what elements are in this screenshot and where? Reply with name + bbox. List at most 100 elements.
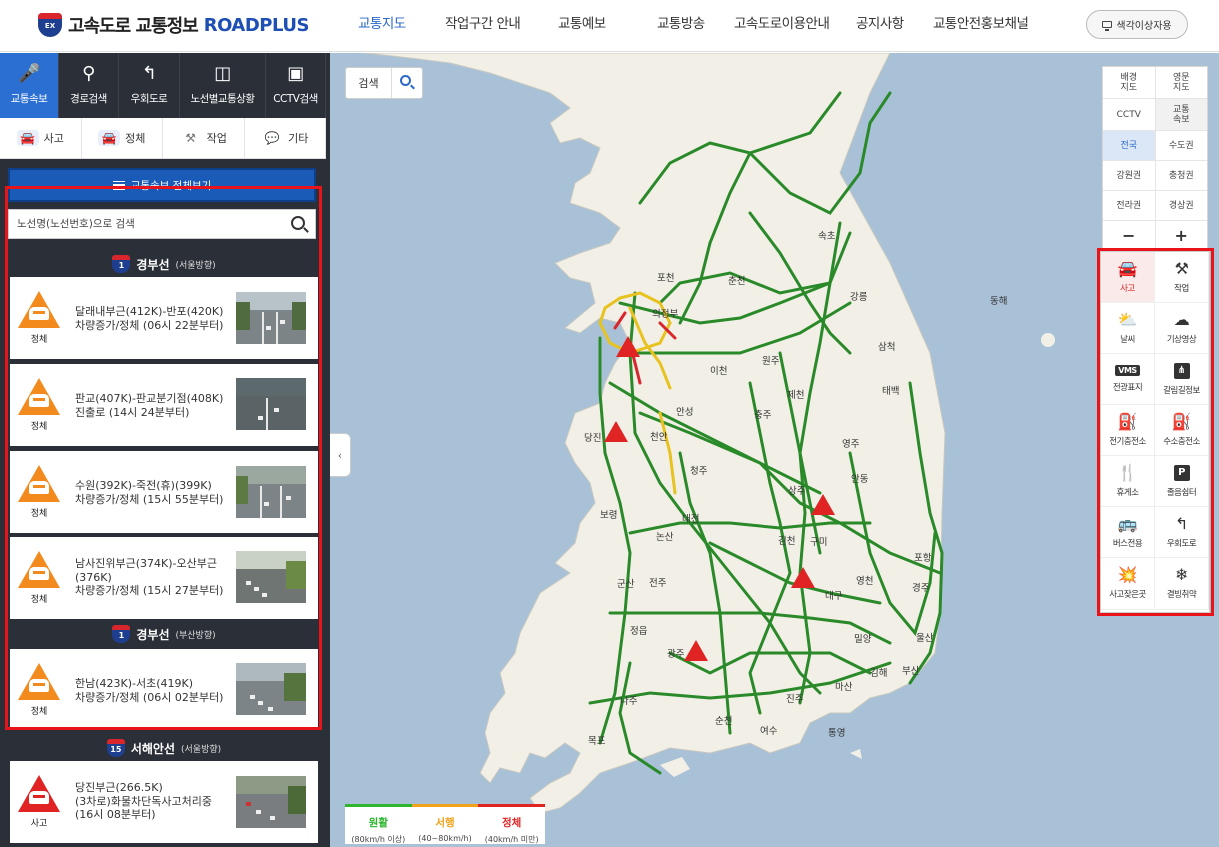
layer-label: 전기충전소 bbox=[1109, 436, 1146, 447]
layer-accident[interactable]: 🚘 사고 bbox=[1101, 252, 1155, 303]
news-card[interactable]: 정체 달래내부근(412K)-반포(420K) 차량증가/정체 (06시 22분… bbox=[10, 277, 318, 359]
nav-safety-channel[interactable]: 교통안전홍보채널 bbox=[933, 0, 1029, 48]
icy-road-icon: ❄ bbox=[1175, 565, 1188, 584]
route-search-input[interactable] bbox=[9, 210, 279, 238]
traffic-news-layer-button[interactable]: 교통 속보 bbox=[1155, 99, 1207, 131]
nav-usage-guide[interactable]: 고속도로이용안내 bbox=[734, 0, 830, 48]
layer-ev-charger[interactable]: ⛽ 전기충전소 bbox=[1101, 405, 1155, 456]
tab-route-search[interactable]: ⚲ 경로검색 bbox=[59, 53, 119, 118]
layer-vms[interactable]: VMS 전광표지 bbox=[1101, 354, 1155, 405]
view-all-label: 교통속보 전체보기 bbox=[130, 179, 212, 192]
background-map-button[interactable]: 배경 지도 bbox=[1103, 67, 1156, 99]
layer-label: 작업 bbox=[1174, 283, 1189, 294]
region-gyeongsang[interactable]: 경상권 bbox=[1155, 191, 1207, 221]
region-capital[interactable]: 수도권 bbox=[1155, 131, 1207, 161]
region-gangwon[interactable]: 강원권 bbox=[1103, 161, 1156, 191]
map-label: 천안 bbox=[650, 432, 668, 443]
cctv-thumbnail[interactable] bbox=[236, 292, 306, 344]
cctv-thumbnail[interactable] bbox=[236, 466, 306, 518]
cctv-thumbnail[interactable] bbox=[236, 663, 306, 715]
news-card[interactable]: 정체 판교(407K)-판교분기점(408K) 진출로 (14시 24분부터) bbox=[10, 364, 318, 446]
nav-forecast[interactable]: 교통예보 bbox=[558, 0, 606, 48]
ev-charger-icon: ⛽ bbox=[1117, 411, 1138, 431]
left-sidebar: 🎤 교통속보 ⚲ 경로검색 ↰ 우회도로 ◫ 노선별교통상황 ▣ CCTV검색 … bbox=[0, 53, 330, 847]
card-location: 판교(407K)-판교분기점(408K) bbox=[75, 392, 224, 405]
layer-work[interactable]: ⚒ 작업 bbox=[1155, 252, 1209, 303]
traffic-map[interactable]: 속초 포천 춘천 강릉 의정부 삼척 동해 이천 원주 태백 제천 충주 당진 … bbox=[330, 53, 1219, 847]
speech-bubble-icon: 💬 bbox=[264, 131, 280, 145]
layer-hydrogen-station[interactable]: ⛽ 수소충전소 bbox=[1155, 405, 1209, 456]
layer-label: 사고잦은곳 bbox=[1109, 590, 1146, 600]
map-label: 포천 bbox=[657, 273, 675, 284]
map-label: 대구 bbox=[825, 591, 843, 602]
category-congestion[interactable]: 🚘 정체 bbox=[82, 118, 163, 158]
tab-detour[interactable]: ↰ 우회도로 bbox=[119, 53, 180, 118]
tab-route-status[interactable]: ◫ 노선별교통상황 bbox=[180, 53, 266, 118]
badge-label: 정체 bbox=[30, 707, 48, 717]
zoom-in-button[interactable]: + bbox=[1155, 221, 1207, 251]
category-label: 작업 bbox=[206, 132, 227, 145]
nav-traffic-map[interactable]: 교통지도 bbox=[358, 0, 406, 48]
map-label: 여수 bbox=[760, 726, 778, 737]
layer-drowsy-shelter[interactable]: P 졸음쉼터 bbox=[1155, 456, 1209, 507]
layer-weather-video[interactable]: ☁ 기상영상 bbox=[1155, 303, 1209, 354]
layer-weather[interactable]: ⛅ 날씨 bbox=[1101, 303, 1155, 354]
view-all-news-button[interactable]: 교통속보 전체보기 bbox=[8, 168, 316, 202]
badge-label: 정체 bbox=[30, 509, 48, 519]
colorblind-mode-button[interactable]: 색각이상자용 bbox=[1086, 10, 1188, 39]
nav-broadcast[interactable]: 교통방송 bbox=[657, 0, 705, 48]
route-section-header: 15 서해안선 (서울방향) bbox=[8, 733, 320, 763]
congestion-badge: 정체 bbox=[18, 378, 60, 432]
category-accident[interactable]: 🚘 사고 bbox=[0, 118, 82, 158]
region-jeolla[interactable]: 전라권 bbox=[1103, 191, 1156, 221]
layer-label: 전광표지 bbox=[1112, 383, 1143, 393]
nav-notice[interactable]: 공지사항 bbox=[856, 0, 904, 48]
congestion-badge: 정체 bbox=[18, 663, 60, 717]
tab-cctv-search[interactable]: ▣ CCTV검색 bbox=[266, 53, 326, 118]
region-chungcheong[interactable]: 충청권 bbox=[1155, 161, 1207, 191]
map-label: 마산 bbox=[835, 682, 853, 693]
nav-work-zone[interactable]: 작업구간 안내 bbox=[445, 0, 521, 48]
news-card[interactable]: 정체 수원(392K)-죽전(휴)(399K) 차량증가/정체 (15시 55분… bbox=[10, 451, 318, 533]
route-section-header: 1 경부선 (부산방향) bbox=[8, 619, 320, 649]
parking-icon: P bbox=[1173, 464, 1190, 481]
layer-icy-road[interactable]: ❄ 결빙취약 bbox=[1155, 558, 1209, 610]
congestion-badge: 정체 bbox=[18, 551, 60, 605]
cctv-layer-button[interactable]: CCTV bbox=[1103, 99, 1156, 131]
card-status: 차량증가/정체 (15시 27분부터) bbox=[75, 584, 224, 597]
rest-area-icon: 🍴 bbox=[1117, 462, 1138, 482]
badge-label: 사고 bbox=[30, 819, 48, 829]
collapse-sidebar-button[interactable]: ‹ bbox=[330, 433, 351, 477]
layer-label: 휴게소 bbox=[1116, 487, 1139, 498]
cctv-thumbnail[interactable] bbox=[236, 551, 306, 603]
layer-accident-prone[interactable]: 💥 사고잦은곳 bbox=[1101, 558, 1155, 610]
zoom-out-button[interactable]: − bbox=[1103, 221, 1156, 251]
category-other[interactable]: 💬 기타 bbox=[245, 118, 326, 158]
news-card[interactable]: 사고 당진부근(266.5K) (3차로)화물차단독사고처리중 (16시 08분… bbox=[10, 761, 318, 843]
cctv-thumbnail[interactable] bbox=[236, 378, 306, 430]
news-card[interactable]: 정체 한남(423K)-서초(419K) 차량증가/정체 (06시 02분부터) bbox=[10, 649, 318, 729]
legend-smooth: 원활 (80km/h 이상) bbox=[345, 804, 412, 844]
layer-rest-area[interactable]: 🍴 휴게소 bbox=[1101, 456, 1155, 507]
layer-detour[interactable]: ↰ 우회도로 bbox=[1155, 507, 1209, 558]
cctv-thumbnail[interactable] bbox=[236, 776, 306, 828]
layer-bus-lane[interactable]: 🚌 버스전용 bbox=[1101, 507, 1155, 558]
layer-junction[interactable]: ⋔ 갈림길정보 bbox=[1155, 354, 1209, 405]
roadplus-logo[interactable]: EX 고속도로 교통정보 ROADPLUS bbox=[38, 10, 309, 40]
map-label: 포항 bbox=[914, 553, 932, 564]
card-location: 남사진위부근(374K)-오산부근 bbox=[75, 557, 217, 570]
region-nationwide[interactable]: 전국 bbox=[1103, 131, 1156, 161]
route-name: 서해안선 bbox=[130, 741, 175, 756]
category-label: 정체 bbox=[125, 132, 146, 145]
english-map-button[interactable]: 영문 지도 bbox=[1155, 67, 1207, 99]
map-label: 원주 bbox=[762, 356, 780, 367]
search-icon[interactable] bbox=[291, 216, 305, 230]
weather-icon: ⛅ bbox=[1117, 309, 1138, 329]
tab-traffic-news[interactable]: 🎤 교통속보 bbox=[0, 53, 59, 118]
map-label: 목포 bbox=[588, 736, 606, 747]
news-card[interactable]: 정체 남사진위부근(374K)-오산부근 (376K) 차량증가/정체 (15시… bbox=[10, 537, 318, 619]
card-location: 한남(423K)-서초(419K) bbox=[75, 677, 194, 690]
route-name: 경부선 bbox=[136, 627, 170, 642]
category-work[interactable]: ⚒ 작업 bbox=[163, 118, 245, 158]
map-search-button[interactable]: 검색 bbox=[345, 67, 423, 99]
